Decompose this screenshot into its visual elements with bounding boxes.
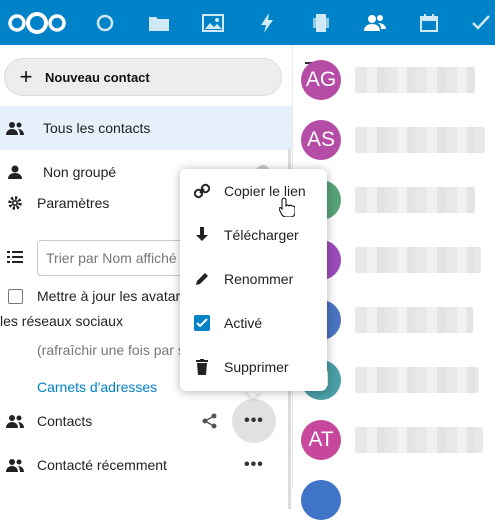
link-icon (180, 183, 224, 199)
social-update-label[interactable]: Mettre à jour les avatars depuis (37, 288, 180, 304)
new-contact-button[interactable]: + Nouveau contact (4, 58, 282, 96)
trash-icon (180, 359, 224, 375)
menu-item-download[interactable]: Télécharger (180, 213, 327, 257)
more-actions-button[interactable]: ••• (232, 399, 276, 443)
recent-book-label: Contacté récemment (37, 457, 167, 473)
social-update-checkbox[interactable] (8, 289, 23, 304)
menu-label: Renommer (224, 271, 294, 287)
contact-name-blurred (355, 67, 475, 93)
menu-item-delete[interactable]: Supprimer (180, 345, 327, 389)
contacts-book-label: Contacts (37, 413, 93, 429)
contact-name-blurred (355, 247, 481, 273)
nav-item-all-contacts[interactable]: Tous les contacts (0, 106, 292, 150)
sort-list-icon (7, 250, 23, 267)
download-icon (180, 227, 224, 243)
social-update-label-cont: les réseaux sociaux (0, 313, 123, 329)
contacts-group-icon (0, 414, 30, 428)
share-icon[interactable] (202, 413, 218, 432)
hand-cursor-icon (278, 197, 296, 218)
gear-icon (0, 195, 30, 211)
header-bar (0, 0, 495, 45)
all-contacts-label: Tous les contacts (43, 120, 151, 136)
contact-name-blurred (355, 307, 473, 333)
user-icon (0, 165, 30, 179)
dashboard-icon[interactable] (94, 12, 116, 34)
menu-item-rename[interactable]: Renommer (180, 257, 327, 301)
contact-avatar[interactable] (301, 480, 341, 520)
more-dots-icon[interactable]: ••• (244, 456, 264, 474)
menu-item-copy-link[interactable]: Copier le lien (180, 169, 327, 213)
more-dots-icon: ••• (244, 412, 264, 429)
contact-avatar[interactable]: AT (301, 420, 341, 460)
checkbox-checked-icon (180, 315, 224, 331)
tasks-icon[interactable] (470, 12, 492, 34)
settings-label: Paramètres (37, 195, 110, 211)
ungrouped-label: Non groupé (43, 164, 117, 180)
contact-name-blurred (355, 367, 479, 393)
contact-name-blurred (355, 427, 483, 453)
pencil-icon (180, 271, 224, 287)
plus-icon: + (19, 64, 33, 89)
photos-icon[interactable] (202, 12, 224, 34)
contacts-group-icon (0, 121, 30, 135)
refresh-note: (rafraîchir une fois par semaine) (37, 342, 180, 358)
contact-avatar[interactable]: AS (301, 120, 341, 160)
context-menu: Copier le lien Télécharger Renommer Acti… (180, 169, 327, 391)
menu-item-enabled[interactable]: Activé (180, 301, 327, 345)
contact-name-blurred (355, 127, 485, 153)
menu-label: Activé (224, 315, 263, 331)
activity-icon[interactable] (256, 12, 278, 34)
address-books-heading[interactable]: Carnets d'adresses (37, 379, 157, 395)
sort-placeholder: Trier par Nom affiché (46, 250, 177, 266)
contact-avatar[interactable]: AG (301, 60, 341, 100)
deck-icon[interactable] (310, 12, 332, 34)
contacts-icon[interactable] (364, 12, 386, 34)
menu-label: Supprimer (224, 359, 289, 375)
new-contact-label: Nouveau contact (45, 69, 150, 85)
files-icon[interactable] (148, 12, 170, 34)
contact-name-blurred (355, 187, 475, 213)
calendar-icon[interactable] (418, 12, 440, 34)
contacts-group-icon (0, 458, 30, 472)
sort-select[interactable]: Trier par Nom affiché (37, 240, 192, 276)
nextcloud-logo[interactable] (6, 12, 68, 34)
menu-label: Télécharger (224, 227, 299, 243)
